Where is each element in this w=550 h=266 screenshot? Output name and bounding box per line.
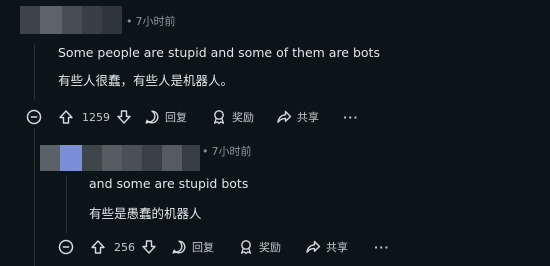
comment-action-bar: 256 回复 奖励 共享 ··· [90, 236, 390, 258]
comment-bubble-icon [145, 110, 159, 124]
upvote-icon [59, 110, 73, 124]
award-icon [240, 240, 252, 255]
downvote-icon [142, 240, 156, 254]
more-icon: ··· [374, 240, 390, 254]
comment-timestamp: • 7小时前 [126, 15, 176, 28]
award-label: 奖励 [259, 241, 281, 254]
author-redacted [40, 145, 200, 171]
comment-text-zh: 有些人很蠢，有些人是机器人。 [58, 73, 234, 88]
share-button[interactable]: 共享 [276, 109, 319, 125]
thread-line-reply [66, 175, 67, 233]
collapse-button[interactable] [23, 106, 45, 128]
comment-timestamp: • 7小时前 [202, 145, 252, 158]
vote-count: 256 [114, 240, 135, 254]
share-icon [277, 110, 292, 123]
award-icon [213, 110, 225, 125]
comment-text-en: and some are stupid bots [89, 176, 249, 191]
award-label: 奖励 [232, 111, 254, 124]
collapse-icon [58, 239, 74, 255]
upvote-button[interactable] [90, 239, 106, 255]
collapse-icon [26, 109, 42, 125]
comment-text-en: Some people are stupid and some of them … [58, 45, 380, 60]
downvote-button[interactable] [141, 239, 157, 255]
share-label: 共享 [297, 111, 319, 124]
reply-button[interactable]: 回复 [144, 109, 187, 125]
award-button[interactable]: 奖励 [238, 239, 281, 255]
share-icon [306, 240, 321, 253]
thread-line-root-lower [34, 128, 35, 266]
comment-action-bar: 1259 回复 奖励 共享 ··· [58, 106, 359, 128]
downvote-button[interactable] [116, 109, 132, 125]
reply-label: 回复 [192, 241, 214, 254]
collapse-button[interactable] [55, 236, 77, 258]
more-options-button[interactable]: ··· [374, 241, 390, 254]
share-label: 共享 [326, 241, 348, 254]
vote-count: 1259 [82, 110, 110, 124]
comment-text-zh: 有些是愚蠢的机器人 [89, 206, 202, 221]
comment-bubble-icon [172, 240, 186, 254]
more-icon: ··· [343, 110, 359, 124]
award-button[interactable]: 奖励 [211, 109, 254, 125]
upvote-button[interactable] [58, 109, 74, 125]
reply-button[interactable]: 回复 [171, 239, 214, 255]
upvote-icon [91, 240, 105, 254]
reply-label: 回复 [165, 111, 187, 124]
thread-line-root [34, 44, 35, 100]
share-button[interactable]: 共享 [305, 239, 348, 255]
author-redacted [20, 6, 122, 34]
downvote-icon [117, 110, 131, 124]
more-options-button[interactable]: ··· [343, 111, 359, 124]
